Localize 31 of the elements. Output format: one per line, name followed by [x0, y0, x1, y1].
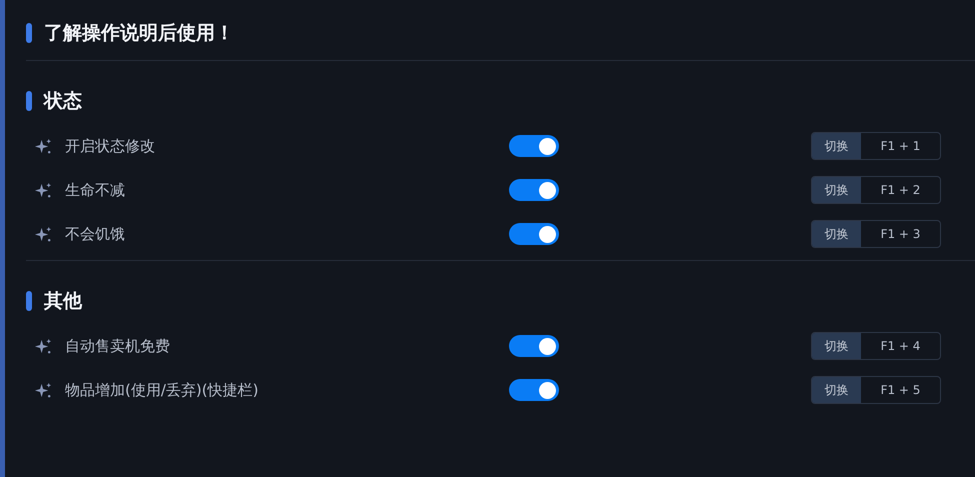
heading-marker [26, 291, 32, 311]
toggle-switch[interactable] [509, 179, 559, 201]
hotkey-text: F1 + 2 [880, 182, 922, 199]
option-label: 生命不减 [65, 180, 126, 200]
option-label: 物品增加(使用/丢弃)(快捷栏) [65, 380, 260, 400]
notice-heading: 了解操作说明后使用！ [44, 21, 234, 46]
section-heading: 其他 [44, 289, 82, 314]
toggle-hotkey-button[interactable]: 切换 [812, 377, 861, 403]
sparkle-icon [34, 136, 53, 156]
sparkle-icon [34, 380, 53, 400]
toggle-switch[interactable] [509, 379, 559, 401]
toggle-switch[interactable] [509, 223, 559, 245]
toggle-hotkey-button[interactable]: 切换 [812, 333, 861, 359]
toggle-hotkey-button[interactable]: 切换 [812, 177, 861, 203]
option-label: 自动售卖机免费 [65, 336, 171, 356]
heading-marker [26, 91, 32, 111]
hotkey-text: F1 + 5 [880, 382, 922, 399]
toggle-hotkey-button[interactable]: 切换 [812, 221, 861, 247]
section-heading: 状态 [44, 89, 82, 114]
hotkey-text: F1 + 4 [880, 338, 922, 355]
toggle-switch[interactable] [509, 335, 559, 357]
hotkey-text: F1 + 3 [880, 226, 922, 243]
heading-marker [26, 23, 32, 43]
toggle-hotkey-button[interactable]: 切换 [812, 133, 861, 159]
sparkle-icon [34, 224, 53, 244]
option-label: 开启状态修改 [65, 136, 156, 156]
hotkey-text: F1 + 1 [880, 138, 922, 155]
sparkle-icon [34, 336, 53, 356]
option-label: 不会饥饿 [65, 224, 126, 244]
sparkle-icon [34, 180, 53, 200]
toggle-switch[interactable] [509, 135, 559, 157]
